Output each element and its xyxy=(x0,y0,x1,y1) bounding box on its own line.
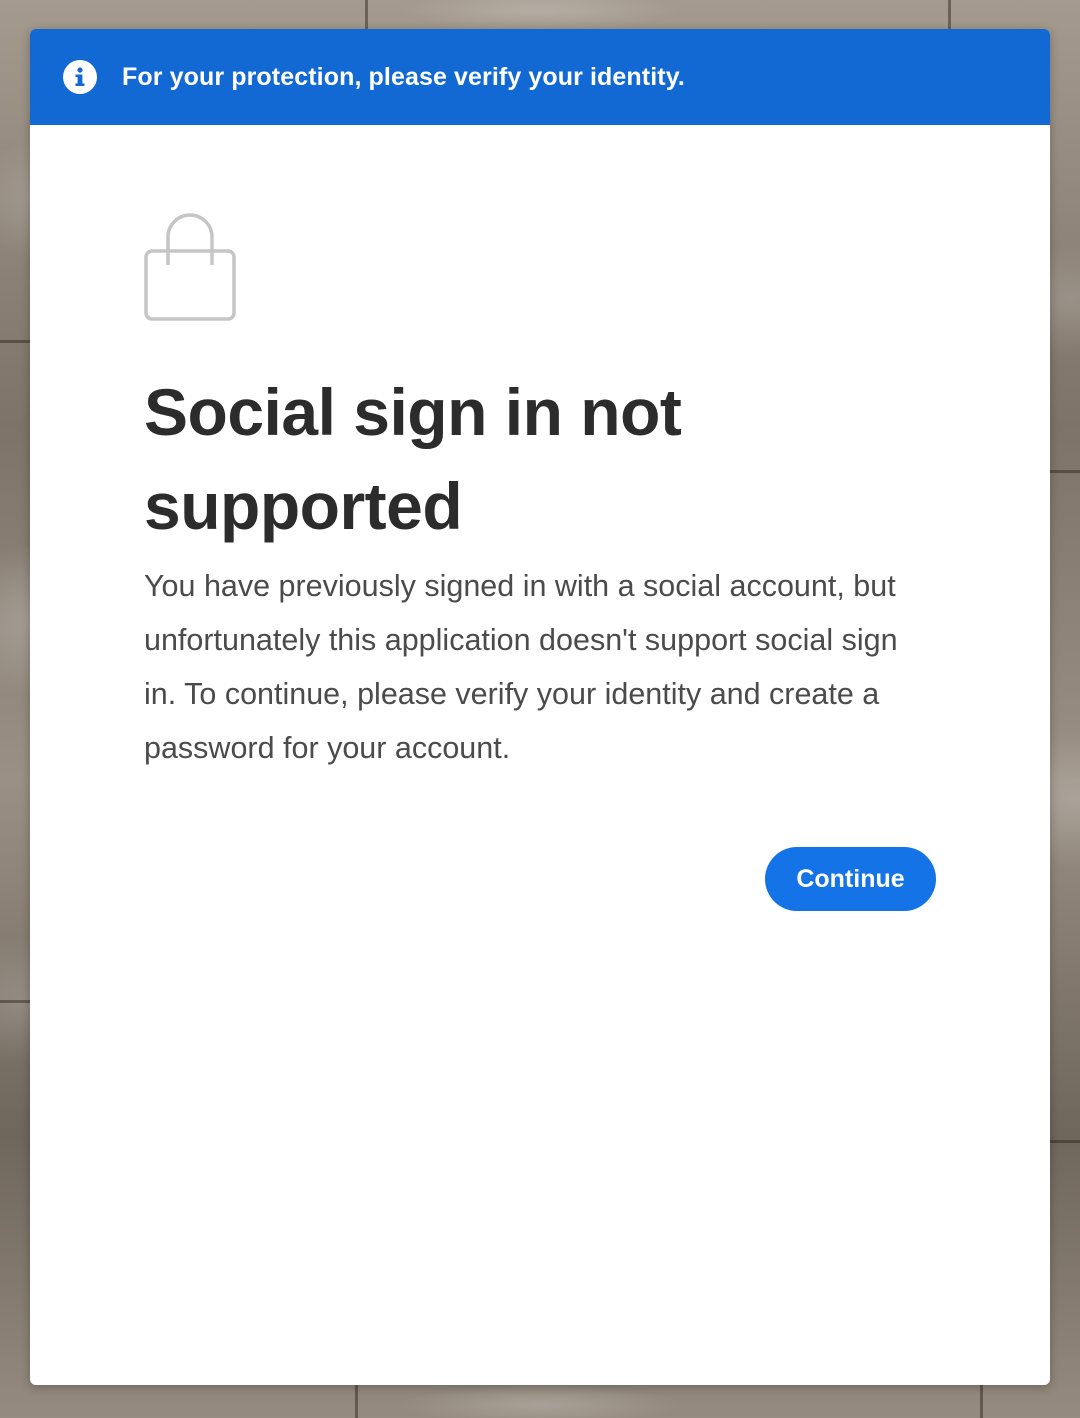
background-seam xyxy=(0,1000,30,1003)
verification-dialog: For your protection, please verify your … xyxy=(30,29,1050,1385)
background-seam xyxy=(0,340,30,343)
continue-button[interactable]: Continue xyxy=(765,847,936,911)
info-icon xyxy=(63,60,97,94)
background-seam xyxy=(1050,1140,1080,1143)
background-seam xyxy=(365,0,368,29)
banner-message: For your protection, please verify your … xyxy=(122,62,685,91)
page-title: Social sign in not supported xyxy=(144,375,682,543)
background-seam xyxy=(355,1385,358,1418)
lock-icon xyxy=(144,213,236,321)
description-text: You have previously signed in with a soc… xyxy=(144,569,898,765)
dialog-actions: Continue xyxy=(144,847,936,911)
background-seam xyxy=(980,1385,983,1418)
background-seam xyxy=(1050,470,1080,473)
dialog-content: Social sign in not supported You have pr… xyxy=(30,207,1050,911)
background-seam xyxy=(948,0,951,29)
protection-banner: For your protection, please verify your … xyxy=(30,29,1050,125)
